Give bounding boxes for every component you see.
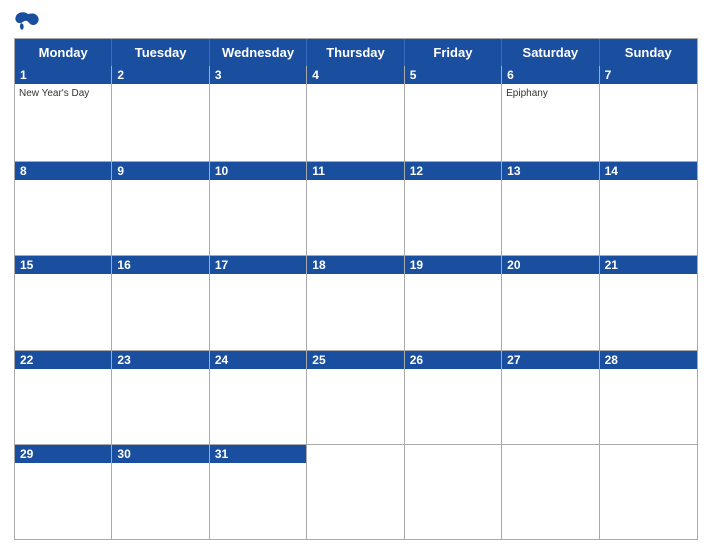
cell-number: 23: [112, 351, 208, 369]
calendar-cell: 25: [307, 351, 404, 445]
cell-number: 29: [15, 445, 111, 463]
calendar-cell: 10: [210, 162, 307, 256]
page: MondayTuesdayWednesdayThursdayFridaySatu…: [0, 0, 712, 550]
cell-holiday: New Year's Day: [15, 86, 111, 101]
header-day-thursday: Thursday: [307, 39, 404, 66]
calendar-cell: 18: [307, 256, 404, 350]
calendar-cell: 9: [112, 162, 209, 256]
calendar-cell: 26: [405, 351, 502, 445]
calendar-week-2: 891011121314: [15, 161, 697, 256]
cell-number: 13: [502, 162, 598, 180]
calendar-cell: 7: [600, 66, 697, 161]
cell-number: 17: [210, 256, 306, 274]
cell-number: 30: [112, 445, 208, 463]
header-day-wednesday: Wednesday: [210, 39, 307, 66]
cell-number: [502, 445, 598, 449]
calendar-cell: 8: [15, 162, 112, 256]
calendar-cell: 27: [502, 351, 599, 445]
cell-number: 12: [405, 162, 501, 180]
calendar-cell: 30: [112, 445, 209, 539]
calendar-cell: [405, 445, 502, 539]
header-day-saturday: Saturday: [502, 39, 599, 66]
cell-number: 5: [405, 66, 501, 84]
cell-number: 9: [112, 162, 208, 180]
cell-number: 14: [600, 162, 697, 180]
calendar-week-1: 1 New Year's Day23456 Epiphany7: [15, 66, 697, 161]
header-day-friday: Friday: [405, 39, 502, 66]
header-day-sunday: Sunday: [600, 39, 697, 66]
cell-number: 10: [210, 162, 306, 180]
calendar-cell: 24: [210, 351, 307, 445]
calendar-cell: 4: [307, 66, 404, 161]
logo-bird-icon: [14, 10, 42, 32]
calendar-cell: 23: [112, 351, 209, 445]
cell-number: 21: [600, 256, 697, 274]
cell-number: 7: [600, 66, 697, 84]
calendar-cell: 12: [405, 162, 502, 256]
calendar-cell: 21: [600, 256, 697, 350]
calendar-cell: 5: [405, 66, 502, 161]
calendar-cell: 3: [210, 66, 307, 161]
cell-number: 8: [15, 162, 111, 180]
calendar-cell: 16: [112, 256, 209, 350]
calendar-cell: 15: [15, 256, 112, 350]
cell-number: 20: [502, 256, 598, 274]
calendar-cell: 19: [405, 256, 502, 350]
cell-number: 27: [502, 351, 598, 369]
cell-holiday: Epiphany: [502, 86, 598, 101]
cell-number: [600, 445, 697, 449]
calendar-cell: 14: [600, 162, 697, 256]
calendar-cell: 17: [210, 256, 307, 350]
header-day-monday: Monday: [15, 39, 112, 66]
calendar-cell: [502, 445, 599, 539]
cell-number: 15: [15, 256, 111, 274]
calendar-cell: 6 Epiphany: [502, 66, 599, 161]
cell-number: 28: [600, 351, 697, 369]
cell-number: 3: [210, 66, 306, 84]
calendar-cell: [307, 445, 404, 539]
calendar: MondayTuesdayWednesdayThursdayFridaySatu…: [14, 38, 698, 540]
cell-number: 22: [15, 351, 111, 369]
calendar-cell: 20: [502, 256, 599, 350]
cell-number: 18: [307, 256, 403, 274]
calendar-week-3: 15161718192021: [15, 255, 697, 350]
calendar-cell: 31: [210, 445, 307, 539]
cell-number: 1: [15, 66, 111, 84]
cell-number: 31: [210, 445, 306, 463]
cell-number: 11: [307, 162, 403, 180]
calendar-week-5: 293031: [15, 444, 697, 539]
calendar-cell: 29: [15, 445, 112, 539]
calendar-cell: [600, 445, 697, 539]
calendar-cell: 2: [112, 66, 209, 161]
calendar-week-4: 22232425262728: [15, 350, 697, 445]
calendar-cell: 1 New Year's Day: [15, 66, 112, 161]
cell-number: 6: [502, 66, 598, 84]
calendar-header: MondayTuesdayWednesdayThursdayFridaySatu…: [15, 39, 697, 66]
cell-number: 25: [307, 351, 403, 369]
cell-number: 16: [112, 256, 208, 274]
header-day-tuesday: Tuesday: [112, 39, 209, 66]
cell-number: 26: [405, 351, 501, 369]
cell-number: 19: [405, 256, 501, 274]
calendar-body: 1New Year's Day23456Epiphany789101112131…: [15, 66, 697, 539]
cell-number: 2: [112, 66, 208, 84]
calendar-cell: 22: [15, 351, 112, 445]
calendar-cell: 28: [600, 351, 697, 445]
cell-number: 4: [307, 66, 403, 84]
calendar-cell: 11: [307, 162, 404, 256]
header: [14, 10, 698, 32]
cell-number: 24: [210, 351, 306, 369]
logo: [14, 10, 46, 32]
calendar-cell: 13: [502, 162, 599, 256]
cell-number: [405, 445, 501, 449]
cell-number: [307, 445, 403, 449]
